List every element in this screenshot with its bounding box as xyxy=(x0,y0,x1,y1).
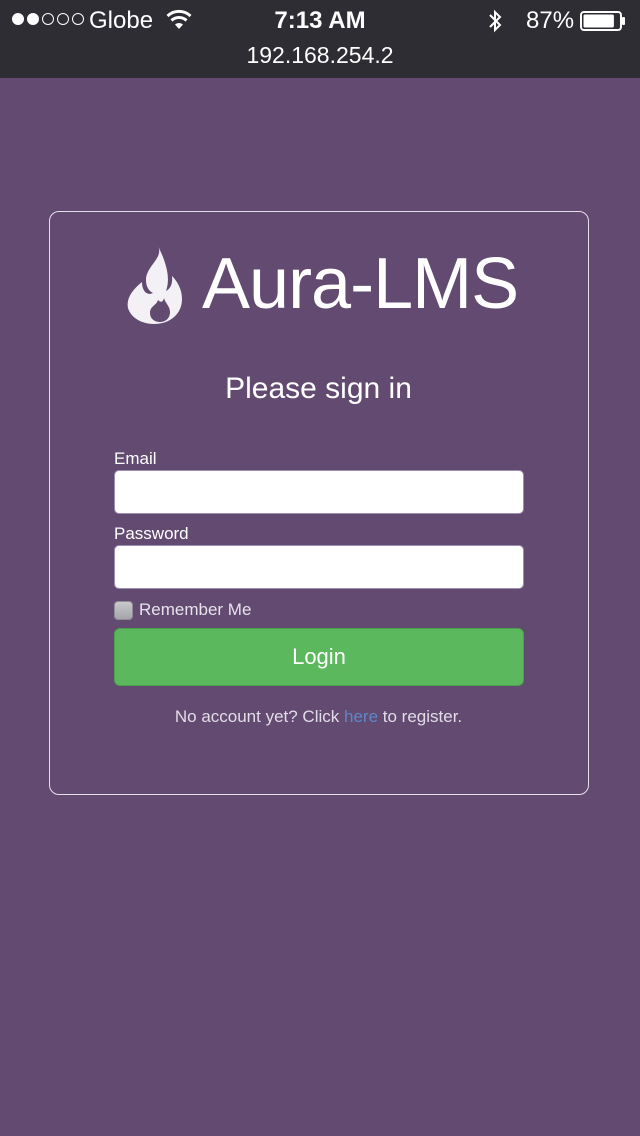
battery-icon xyxy=(580,11,625,31)
remember-me-row[interactable]: Remember Me xyxy=(114,600,251,620)
signin-heading: Please sign in xyxy=(225,372,412,405)
register-link[interactable]: here xyxy=(344,707,378,726)
status-row: Globe 7:13 AM 87% xyxy=(0,0,640,40)
register-suffix: to register. xyxy=(382,707,463,726)
login-button[interactable]: Login xyxy=(114,628,524,686)
bluetooth-icon xyxy=(489,9,502,33)
login-card: Aura-LMS Please sign in Email Password R… xyxy=(49,211,589,795)
brand-name: Aura-LMS xyxy=(202,244,519,324)
remember-me-label[interactable]: Remember Me xyxy=(139,600,251,620)
email-input[interactable] xyxy=(114,470,524,514)
register-text: No account yet? Click here to register. xyxy=(50,707,587,727)
register-prefix: No account yet? Click xyxy=(174,707,340,726)
brand-logo: Aura-LMS xyxy=(120,244,520,330)
password-input[interactable] xyxy=(114,545,524,589)
status-bar: Globe 7:13 AM 87% 192.168.254.2 xyxy=(0,0,640,78)
password-label: Password xyxy=(114,524,189,543)
email-label: Email xyxy=(114,449,157,468)
address-bar-url[interactable]: 192.168.254.2 xyxy=(0,42,640,69)
battery-percentage: 87% xyxy=(526,7,575,34)
flame-icon xyxy=(127,246,182,324)
remember-me-checkbox[interactable] xyxy=(114,600,133,620)
